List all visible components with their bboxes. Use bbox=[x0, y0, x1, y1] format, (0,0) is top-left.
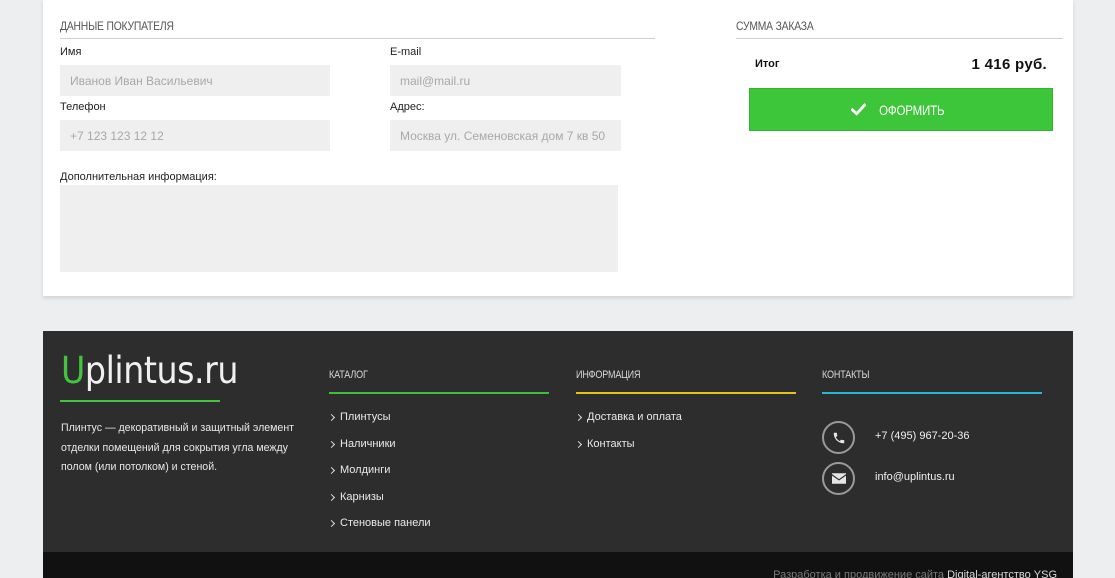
logo-text: plintus.ru bbox=[84, 349, 239, 392]
catalog-item-karnizy[interactable]: Карнизы bbox=[327, 491, 431, 518]
info-list: Доставка и оплата Контакты bbox=[574, 411, 682, 465]
name-input[interactable] bbox=[60, 65, 330, 96]
catalog-underline bbox=[329, 392, 549, 394]
info-item-contacts[interactable]: Контакты bbox=[574, 438, 682, 465]
phone-input[interactable] bbox=[60, 120, 330, 151]
info-item-delivery[interactable]: Доставка и оплата bbox=[574, 411, 682, 438]
chevron-right-icon bbox=[574, 413, 583, 422]
extra-info-label: Дополнительная информация: bbox=[60, 171, 217, 183]
envelope-glyph bbox=[831, 473, 846, 484]
logo-underline bbox=[60, 400, 220, 402]
submit-order-button[interactable]: Оформить bbox=[749, 88, 1053, 131]
buyer-section-title: Данные покупателя bbox=[60, 19, 324, 39]
site-footer: Uplintus.ru Плинтус — декоративный и защ… bbox=[43, 331, 1073, 578]
total-value: 1 416 руб. bbox=[971, 56, 1047, 73]
chevron-right-icon bbox=[327, 466, 336, 475]
extra-info-textarea[interactable] bbox=[60, 185, 618, 272]
contacts-title: Контакты bbox=[822, 369, 870, 381]
catalog-item-nalichniki[interactable]: Наличники bbox=[327, 438, 431, 465]
site-logo[interactable]: Uplintus.ru bbox=[61, 349, 239, 392]
email-label: E-mail bbox=[390, 46, 422, 58]
catalog-item-plintusy[interactable]: Плинтусы bbox=[327, 411, 431, 438]
info-underline bbox=[576, 392, 796, 394]
section-divider bbox=[323, 38, 655, 39]
checkout-card: Данные покупателя Имя E-mail Телефон Адр… bbox=[43, 0, 1073, 296]
footer-description: Плинтус — декоративный и защитный элемен… bbox=[61, 422, 295, 473]
phone-glyph bbox=[833, 432, 844, 443]
name-label: Имя bbox=[60, 46, 82, 58]
total-label: Итог bbox=[755, 58, 780, 70]
chevron-right-icon bbox=[327, 413, 336, 422]
info-title: Информация bbox=[576, 369, 641, 381]
catalog-list: Плинтусы Наличники Молдинги Карнизы Стен… bbox=[327, 411, 431, 544]
chevron-right-icon bbox=[327, 519, 336, 528]
submit-order-label: Оформить bbox=[878, 101, 945, 118]
chevron-right-icon bbox=[327, 440, 336, 448]
contact-email[interactable]: info@uplintus.ru bbox=[875, 471, 955, 483]
address-input[interactable] bbox=[390, 120, 621, 151]
chevron-right-icon bbox=[574, 440, 583, 448]
contact-phone[interactable]: +7 (495) 967-20-36 bbox=[875, 430, 969, 442]
phone-label: Телефон bbox=[60, 101, 106, 113]
footer-bottom-bar: Разработка и продвижение сайта Digital-а… bbox=[43, 552, 1073, 578]
phone-icon bbox=[822, 421, 855, 454]
catalog-title: Каталог bbox=[329, 369, 368, 381]
catalog-item-panels[interactable]: Стеновые панели bbox=[327, 517, 431, 544]
developer-credit: Разработка и продвижение сайта Digital-а… bbox=[773, 569, 1057, 578]
address-label: Адрес: bbox=[390, 101, 425, 113]
email-input[interactable] bbox=[390, 65, 621, 96]
check-icon bbox=[850, 103, 866, 116]
catalog-item-moldingi[interactable]: Молдинги bbox=[327, 464, 431, 491]
contacts-underline bbox=[822, 392, 1042, 394]
order-sum-title: Сумма заказа bbox=[736, 19, 1063, 39]
logo-first-letter: U bbox=[61, 349, 85, 392]
chevron-right-icon bbox=[327, 493, 336, 501]
envelope-icon bbox=[822, 462, 855, 495]
developer-link[interactable]: Digital-агентство YSG bbox=[947, 569, 1057, 578]
